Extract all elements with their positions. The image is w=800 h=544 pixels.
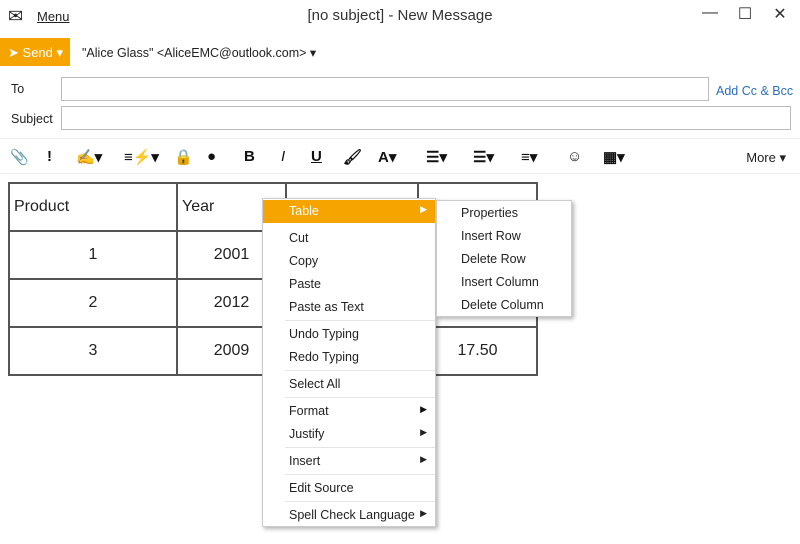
- bullet-list-icon[interactable]: ☰▾: [426, 148, 447, 166]
- priority-icon[interactable]: !: [47, 148, 52, 165]
- table-cell[interactable]: 2: [8, 278, 178, 328]
- menu-separator: [285, 447, 435, 448]
- add-cc-bcc-link[interactable]: Add Cc & Bcc: [716, 84, 793, 98]
- to-input[interactable]: [61, 77, 709, 101]
- context-menu: Table ▶ Cut Copy Paste Paste as Text Undo…: [262, 198, 436, 527]
- menu-separator: [285, 397, 435, 398]
- submenu-item-insert-row[interactable]: Insert Row: [461, 229, 521, 243]
- table-icon[interactable]: ▦▾: [603, 148, 625, 166]
- submenu-item-delete-row[interactable]: Delete Row: [461, 252, 526, 266]
- from-selector[interactable]: "Alice Glass" <AliceEMC@outlook.com> ▾: [82, 45, 316, 60]
- emoji-icon[interactable]: ☺: [567, 148, 582, 165]
- submenu-arrow-icon: ▶: [420, 508, 427, 518]
- paperclip-icon[interactable]: 📎: [10, 148, 29, 166]
- submenu-item-delete-column[interactable]: Delete Column: [461, 298, 544, 312]
- lock-icon[interactable]: 🔒: [174, 148, 193, 166]
- submenu-arrow-icon: ▶: [420, 204, 427, 214]
- underline-icon[interactable]: U: [311, 148, 322, 165]
- menu-separator: [285, 474, 435, 475]
- subject-label: Subject: [11, 112, 53, 126]
- menu-item-select-all[interactable]: Select All: [263, 373, 435, 396]
- menu-separator: [285, 320, 435, 321]
- menu-separator: [285, 370, 435, 371]
- send-label: Send: [22, 45, 53, 60]
- badge-icon[interactable]: ●: [207, 148, 216, 165]
- submenu-item-properties[interactable]: Properties: [461, 206, 518, 220]
- menu-item-cut[interactable]: Cut: [263, 227, 435, 250]
- brush-icon[interactable]: 🖌: [343, 148, 362, 166]
- minimize-button[interactable]: —: [698, 4, 722, 26]
- numbered-list-icon[interactable]: ☰▾: [473, 148, 494, 166]
- menu-item-justify[interactable]: Justify ▶: [263, 423, 435, 446]
- table-cell[interactable]: Product: [8, 182, 178, 232]
- menu-item-paste[interactable]: Paste: [263, 273, 435, 296]
- bold-icon[interactable]: B: [244, 148, 255, 165]
- font-color-icon[interactable]: A▾: [378, 148, 396, 166]
- italic-icon[interactable]: I: [281, 148, 285, 165]
- menu-item-format[interactable]: Format ▶: [263, 400, 435, 423]
- to-label: To: [11, 82, 25, 96]
- from-address: "Alice Glass" <AliceEMC@outlook.com>: [82, 46, 307, 60]
- table-cell[interactable]: 3: [8, 326, 178, 376]
- menu-item-edit-source[interactable]: Edit Source: [263, 477, 435, 500]
- menu-item-undo-typing[interactable]: Undo Typing: [263, 323, 435, 346]
- quick-text-icon[interactable]: ≡⚡▾: [124, 148, 159, 166]
- table-cell[interactable]: 1: [8, 230, 178, 280]
- menu-item-paste-as-text[interactable]: Paste as Text: [263, 296, 435, 319]
- submenu-arrow-icon: ▶: [420, 454, 427, 464]
- maximize-button[interactable]: ☐: [733, 4, 757, 26]
- menu-item-copy[interactable]: Copy: [263, 250, 435, 273]
- more-button[interactable]: More ▾: [746, 150, 786, 166]
- align-icon[interactable]: ≡▾: [521, 148, 537, 166]
- table-submenu: Properties Insert Row Delete Row Insert …: [436, 200, 572, 317]
- menu-item-spell-check-language[interactable]: Spell Check Language ▶: [263, 504, 435, 527]
- menu-item-insert[interactable]: Insert ▶: [263, 450, 435, 473]
- submenu-arrow-icon: ▶: [420, 404, 427, 414]
- menu-item-redo-typing[interactable]: Redo Typing: [263, 346, 435, 369]
- close-button[interactable]: ✕: [768, 4, 792, 26]
- menu-item-table[interactable]: Table ▶: [263, 200, 435, 223]
- window-title: [no subject] - New Message: [307, 7, 493, 24]
- send-button[interactable]: ➤ Send ▾: [0, 38, 70, 66]
- menu-separator: [285, 501, 435, 502]
- signature-icon[interactable]: ✍▾: [76, 148, 102, 166]
- send-icon: ➤: [8, 45, 19, 60]
- submenu-item-insert-column[interactable]: Insert Column: [461, 275, 539, 289]
- submenu-arrow-icon: ▶: [420, 427, 427, 437]
- format-toolbar: 📎 ! ✍▾ ≡⚡▾ 🔒 ● B I U 🖌 A▾ ☰▾ ☰▾ ≡▾ ☺ ▦▾ …: [0, 138, 800, 174]
- more-label: More: [746, 150, 776, 165]
- subject-input[interactable]: [61, 106, 791, 130]
